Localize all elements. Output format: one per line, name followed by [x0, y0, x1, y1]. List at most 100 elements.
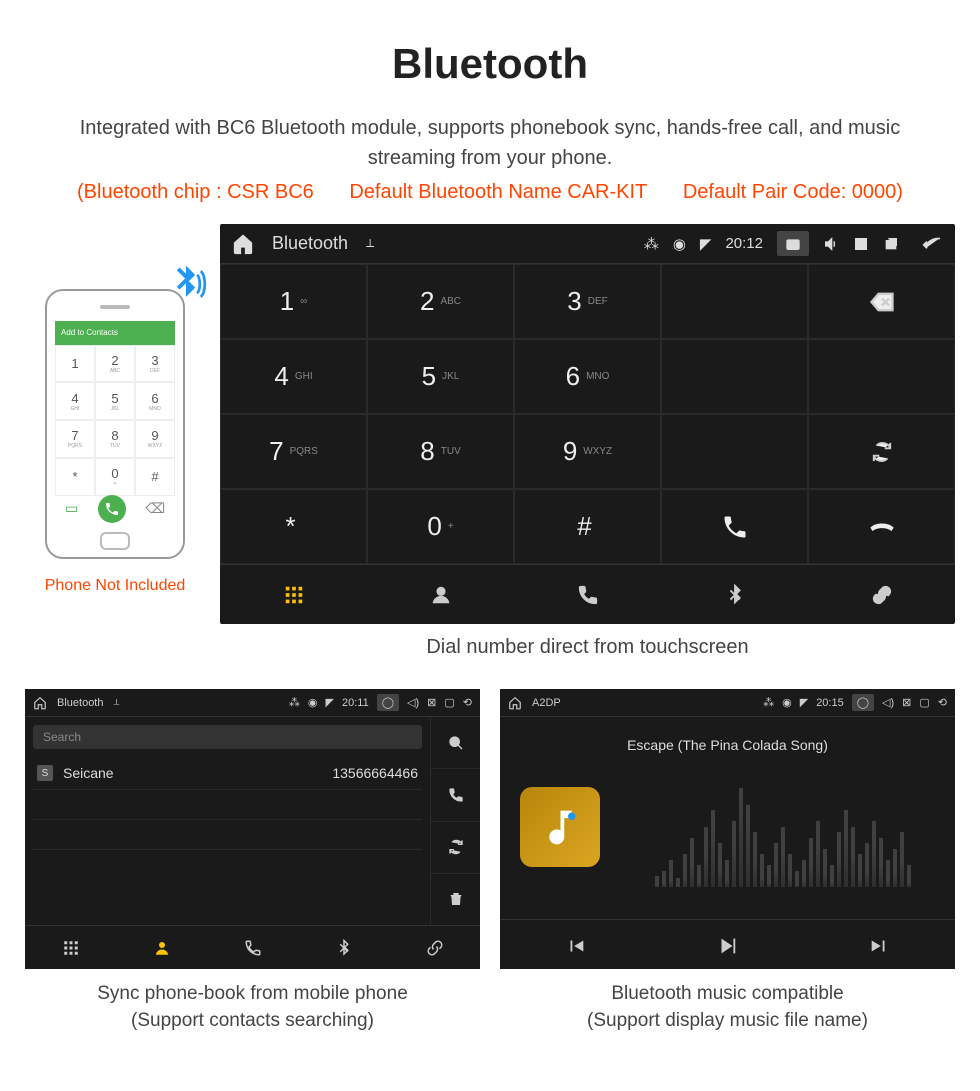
bluetooth-wave-icon [164, 261, 208, 306]
back-icon[interactable] [921, 233, 943, 255]
back-icon[interactable]: ⟲ [938, 696, 947, 709]
dial-key-2[interactable]: 2ABC [367, 264, 514, 339]
screenshot-icon[interactable]: ◯ [377, 694, 399, 711]
song-title: Escape (The Pina Colada Song) [627, 737, 828, 753]
clock-text: 20:11 [342, 697, 369, 709]
phone-key: # [135, 458, 175, 496]
volume-icon[interactable]: ◁) [407, 696, 419, 709]
phone-key: 7PQRS [55, 420, 95, 458]
contact-badge: S [37, 765, 53, 781]
spec-name: Default Bluetooth Name CAR-KIT [349, 181, 647, 203]
dialpad-tab[interactable] [220, 565, 367, 624]
location-icon: ◉ [782, 696, 792, 709]
volume-icon[interactable] [823, 235, 839, 252]
call-button[interactable] [661, 489, 808, 564]
backspace-button[interactable] [808, 264, 955, 339]
back-icon[interactable]: ⟲ [463, 696, 472, 709]
contacts-tab[interactable] [367, 565, 514, 624]
search-button[interactable] [430, 717, 480, 769]
play-pause-button[interactable] [716, 932, 738, 958]
end-call-button[interactable] [808, 489, 955, 564]
dial-key-8[interactable]: 8TUV [367, 414, 514, 489]
usb-icon: ⟂ [113, 697, 119, 708]
sync-button[interactable] [430, 822, 480, 874]
phone-key: * [55, 458, 95, 496]
delete-button[interactable] [430, 874, 480, 925]
main-caption: Dial number direct from touchscreen [220, 636, 955, 659]
dial-key-*[interactable]: * [220, 489, 367, 564]
recent-apps-icon[interactable] [883, 235, 899, 252]
empty-cell [661, 264, 808, 339]
dial-key-4[interactable]: 4GHI [220, 339, 367, 414]
phone-key: 2ABC [95, 345, 135, 383]
dial-key-3[interactable]: 3DEF [514, 264, 661, 339]
dial-key-5[interactable]: 5JKL [367, 339, 514, 414]
call-history-tab[interactable] [514, 565, 661, 624]
clock-text: 20:12 [725, 235, 763, 252]
contacts-caption: Sync phone-book from mobile phone (Suppo… [25, 981, 480, 1034]
contacts-head-unit: Bluetooth ⟂ ⁂ ◉ ◤ 20:11 ◯ ◁) ⊠ ▢ ⟲ [25, 689, 480, 969]
dial-key-9[interactable]: 9WXYZ [514, 414, 661, 489]
album-art-icon [520, 787, 600, 867]
location-icon: ◉ [308, 696, 318, 709]
bluetooth-status-icon: ⁂ [289, 696, 300, 709]
empty-cell [661, 339, 808, 414]
home-icon[interactable] [33, 696, 47, 710]
location-icon: ◉ [673, 235, 686, 253]
phone-key: 1 [55, 345, 95, 383]
spec-line: (Bluetooth chip : CSR BC6 Default Blueto… [25, 181, 955, 204]
spec-chip: (Bluetooth chip : CSR BC6 [77, 181, 314, 203]
dial-key-1[interactable]: 1∞ [220, 264, 367, 339]
dial-key-0[interactable]: 0+ [367, 489, 514, 564]
contacts-tab[interactable] [116, 926, 207, 969]
volume-icon[interactable]: ◁) [882, 696, 894, 709]
close-icon[interactable] [853, 235, 869, 252]
pairing-tab[interactable] [389, 926, 480, 969]
dialpad-tab[interactable] [25, 926, 116, 969]
home-icon[interactable] [232, 233, 254, 255]
backspace-icon: ⌫ [145, 500, 165, 517]
dial-key-#[interactable]: # [514, 489, 661, 564]
wifi-icon: ◤ [326, 696, 334, 709]
bluetooth-tab[interactable] [298, 926, 389, 969]
pairing-tab[interactable] [808, 565, 955, 624]
call-button[interactable] [430, 769, 480, 821]
music-caption: Bluetooth music compatible (Support disp… [500, 981, 955, 1034]
call-history-tab[interactable] [207, 926, 298, 969]
phone-key: 3DEF [135, 345, 175, 383]
page-title: Bluetooth [25, 40, 955, 88]
contact-row[interactable]: S Seicane 13566664466 [33, 757, 422, 790]
bluetooth-tab[interactable] [661, 565, 808, 624]
call-icon [98, 495, 126, 523]
redial-button[interactable] [808, 414, 955, 489]
app-title: Bluetooth [57, 697, 103, 709]
prev-track-button[interactable] [565, 932, 587, 958]
clock-text: 20:15 [816, 697, 844, 709]
phone-key: 5JKL [95, 382, 135, 420]
phone-key: 9WXYZ [135, 420, 175, 458]
contact-name: Seicane [63, 765, 322, 781]
screenshot-icon[interactable]: ◯ [852, 694, 874, 711]
next-track-button[interactable] [868, 932, 890, 958]
usb-icon: ⟂ [366, 236, 374, 251]
spec-code: Default Pair Code: 0000) [683, 181, 903, 203]
close-icon[interactable]: ⊠ [427, 696, 436, 709]
wifi-icon: ◤ [700, 235, 712, 253]
message-icon: ▭ [65, 500, 78, 517]
screenshot-icon[interactable] [777, 231, 809, 256]
bluetooth-status-icon: ⁂ [644, 235, 659, 253]
music-head-unit: A2DP ⁂ ◉ ◤ 20:15 ◯ ◁) ⊠ ▢ ⟲ Escape (The … [500, 689, 955, 969]
home-icon[interactable] [508, 696, 522, 710]
close-icon[interactable]: ⊠ [902, 696, 911, 709]
recent-apps-icon[interactable]: ▢ [444, 696, 454, 709]
main-head-unit: Bluetooth ⟂ ⁂ ◉ ◤ 20:12 1 [220, 224, 955, 624]
phone-header-bar: Add to Contacts [55, 321, 175, 345]
search-input[interactable]: Search [33, 725, 422, 749]
app-title: Bluetooth [272, 233, 348, 254]
recent-apps-icon[interactable]: ▢ [919, 696, 929, 709]
dial-key-7[interactable]: 7PQRS [220, 414, 367, 489]
app-title: A2DP [532, 697, 561, 709]
equalizer-visualization [655, 777, 935, 887]
dial-key-6[interactable]: 6MNO [514, 339, 661, 414]
wifi-icon: ◤ [800, 696, 808, 709]
